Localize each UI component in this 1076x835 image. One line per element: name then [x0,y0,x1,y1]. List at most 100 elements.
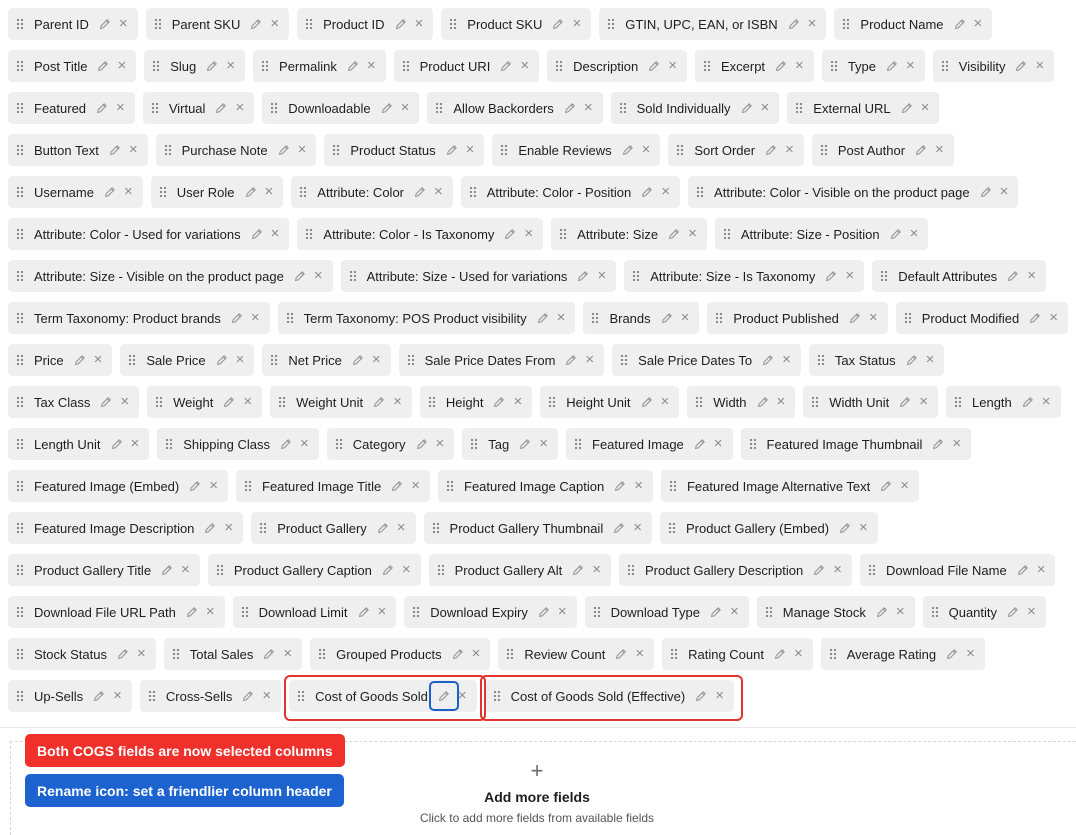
drag-handle-icon[interactable] [903,312,912,324]
field-chip-type[interactable]: Type × [821,50,925,82]
drag-handle-icon[interactable] [506,648,515,660]
field-chip-quantity[interactable]: Quantity × [922,596,1046,628]
close-icon[interactable]: × [436,436,445,451]
drag-handle-icon[interactable] [155,396,164,408]
close-icon[interactable]: × [181,562,190,577]
close-icon[interactable]: × [94,352,103,367]
field-chip-user-role[interactable]: User Role × [150,176,284,208]
field-chip-grouped-products[interactable]: Grouped Products × [310,638,491,670]
close-icon[interactable]: × [524,226,533,241]
field-chip-featured[interactable]: Featured × [8,92,135,124]
drag-handle-icon[interactable] [16,438,24,450]
drag-handle-icon[interactable] [305,18,314,30]
pencil-icon[interactable] [230,311,244,325]
close-icon[interactable]: × [1027,268,1036,283]
drag-handle-icon[interactable] [158,186,167,198]
pencil-icon[interactable] [889,227,903,241]
pencil-icon[interactable] [900,101,914,115]
field-chip-product-gallery-title[interactable]: Product Gallery Title × [8,554,200,586]
field-chip-up-sells[interactable]: Up-Sells × [8,680,132,712]
pencil-icon[interactable] [693,437,707,451]
drag-handle-icon[interactable] [696,186,705,198]
close-icon[interactable]: × [393,394,402,409]
pencil-icon[interactable] [773,647,787,661]
drag-handle-icon[interactable] [299,186,308,198]
field-chip-attribute-color-used-for-variations[interactable]: Attribute: Color - Used for variations × [8,218,290,250]
drag-handle-icon[interactable] [620,354,629,366]
drag-handle-icon[interactable] [16,18,24,30]
close-icon[interactable]: × [472,646,481,661]
pencil-icon[interactable] [103,185,117,199]
pencil-icon[interactable] [848,311,862,325]
drag-handle-icon[interactable] [16,102,24,114]
drag-handle-icon[interactable] [436,564,445,576]
pencil-icon[interactable] [293,269,307,283]
close-icon[interactable]: × [415,16,424,31]
drag-handle-icon[interactable] [667,522,676,534]
drag-handle-icon[interactable] [828,648,837,660]
field-chip-weight-unit[interactable]: Weight Unit × [270,386,412,418]
drag-handle-icon[interactable] [334,438,343,450]
pencil-icon[interactable] [92,689,106,703]
pencil-icon[interactable] [205,59,219,73]
drag-handle-icon[interactable] [244,480,252,492]
field-chip-average-rating[interactable]: Average Rating × [820,638,985,670]
pencil-icon[interactable] [613,479,627,493]
pencil-icon[interactable] [445,143,459,157]
close-icon[interactable]: × [730,604,739,619]
close-icon[interactable]: × [265,184,274,199]
pencil-icon[interactable] [250,227,264,241]
drag-handle-icon[interactable] [165,438,174,450]
field-chip-description[interactable]: Description × [547,50,687,82]
pencil-icon[interactable] [116,647,130,661]
drag-handle-icon[interactable] [446,480,454,492]
field-chip-tag[interactable]: Tag × [462,428,558,460]
drag-handle-icon[interactable] [163,144,172,156]
close-icon[interactable]: × [434,184,443,199]
close-icon[interactable]: × [243,394,252,409]
field-chip-term-taxonomy-pos-product-visibility[interactable]: Term Taxonomy: POS Product visibility × [277,302,576,334]
field-chip-product-uri[interactable]: Product URI × [393,50,540,82]
close-icon[interactable]: × [572,16,581,31]
pencil-icon[interactable] [203,521,217,535]
close-icon[interactable]: × [1042,394,1051,409]
close-icon[interactable]: × [206,604,215,619]
field-chip-attribute-color-visible-on-the-product-page[interactable]: Attribute: Color - Visible on the produc… [688,176,1019,208]
close-icon[interactable]: × [1035,58,1044,73]
pencil-icon[interactable] [381,563,395,577]
close-icon[interactable]: × [283,646,292,661]
close-icon[interactable]: × [681,310,690,325]
pencil-icon[interactable] [185,605,199,619]
drag-handle-icon[interactable] [811,396,820,408]
drag-handle-icon[interactable] [16,354,24,366]
drag-handle-icon[interactable] [215,564,224,576]
drag-handle-icon[interactable] [16,396,24,408]
field-chip-parent-id[interactable]: Parent ID × [8,8,138,40]
drag-handle-icon[interactable] [930,606,939,618]
drag-handle-icon[interactable] [607,18,616,30]
drag-handle-icon[interactable] [348,270,357,282]
close-icon[interactable]: × [642,142,651,157]
field-chip-product-gallery-thumbnail[interactable]: Product Gallery Thumbnail × [423,512,652,544]
close-icon[interactable]: × [906,58,915,73]
close-icon[interactable]: × [367,58,376,73]
field-chip-product-status[interactable]: Product Status × [324,134,485,166]
field-chip-price[interactable]: Price × [8,344,113,376]
close-icon[interactable]: × [935,142,944,157]
field-chip-allow-backorders[interactable]: Allow Backorders × [427,92,603,124]
close-icon[interactable]: × [271,226,280,241]
close-icon[interactable]: × [397,520,406,535]
drag-handle-icon[interactable] [147,690,156,702]
pencil-icon[interactable] [761,353,775,367]
drag-handle-icon[interactable] [16,522,24,534]
drag-handle-icon[interactable] [954,396,963,408]
pencil-icon[interactable] [437,689,451,703]
field-chip-attribute-color-is-taxonomy[interactable]: Attribute: Color - Is Taxonomy × [297,218,544,250]
close-icon[interactable]: × [714,436,723,451]
pencil-icon[interactable] [612,521,626,535]
drag-handle-icon[interactable] [627,564,636,576]
close-icon[interactable]: × [300,436,309,451]
drag-handle-icon[interactable] [153,18,162,30]
field-chip-height-unit[interactable]: Height Unit × [540,386,680,418]
close-icon[interactable]: × [466,142,475,157]
